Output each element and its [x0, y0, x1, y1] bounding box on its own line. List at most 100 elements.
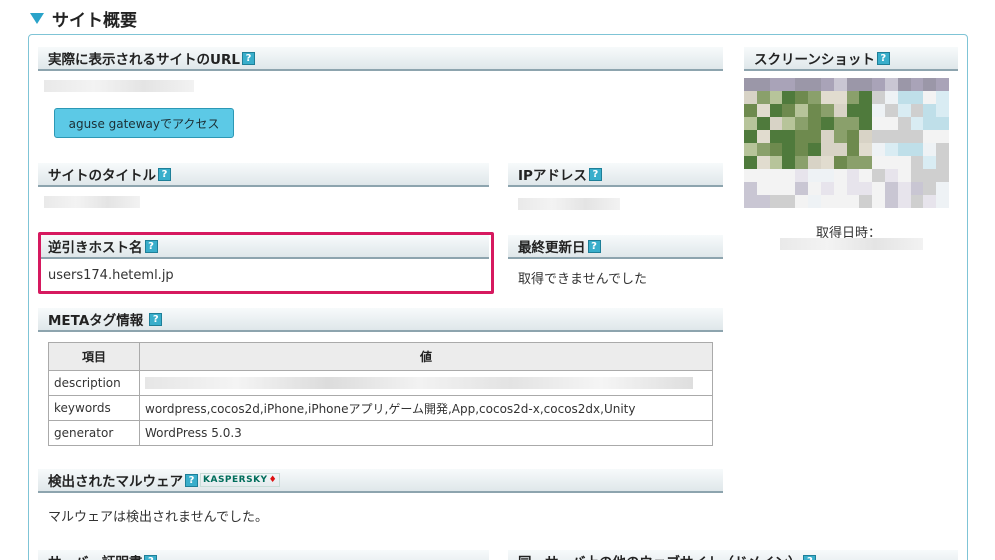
screenshot-pixel [744, 143, 757, 156]
screenshot-pixel [782, 91, 796, 104]
help-icon[interactable]: ? [144, 554, 158, 560]
help-icon[interactable]: ? [876, 51, 890, 65]
screenshot-pixel [769, 195, 783, 208]
screenshot-pixel [782, 156, 796, 169]
screenshot-pixel [795, 117, 809, 130]
screenshot-pixel [872, 78, 885, 91]
section-heading[interactable]: サイト概要 [30, 6, 137, 31]
screenshot-pixel [782, 78, 796, 91]
screenshot-pixel [923, 182, 937, 195]
screenshot-pixel [923, 104, 937, 117]
screenshot-pixel [910, 143, 924, 156]
help-icon[interactable]: ? [588, 167, 602, 181]
screenshot-pixel [756, 78, 770, 91]
screenshot-pixel [769, 130, 783, 143]
screenshot-pixel [846, 104, 860, 117]
screenshot-pixel [897, 169, 911, 182]
screenshot-pixel [910, 117, 924, 130]
malware-value: マルウェアは検出されませんでした。 [48, 510, 268, 525]
gateway-access-button[interactable]: aguse gatewayでアクセス [54, 108, 234, 138]
screenshot-pixel [820, 130, 834, 143]
screenshot-pixel [936, 169, 949, 182]
help-icon[interactable]: ? [149, 312, 163, 326]
url-value-blurred [44, 80, 194, 92]
help-icon[interactable]: ? [803, 554, 817, 560]
help-icon[interactable]: ? [241, 51, 255, 65]
screenshot-pixel [884, 78, 898, 91]
site-title-label: サイトのタイトル [48, 168, 156, 184]
last-updated-value: 取得できませんでした [518, 272, 647, 287]
screenshot-pixel [756, 91, 770, 104]
screenshot-pixel [808, 169, 821, 182]
malware-header: 検出されたマルウェア ? KASPERSKY ♦ [38, 469, 723, 493]
screenshot-pixel [808, 143, 821, 156]
screenshot-pixel [808, 182, 821, 195]
screenshot-pixel [820, 156, 834, 169]
screenshot-pixel [923, 156, 937, 169]
help-icon[interactable]: ? [158, 167, 171, 181]
screenshot-pixel [923, 169, 937, 182]
screenshot-pixel [872, 143, 885, 156]
screenshot-pixel [897, 156, 911, 169]
url-header: 実際に表示されるサイトのURL ? [38, 47, 723, 71]
screenshot-pixel [744, 156, 757, 169]
ip-address-label: IPアドレス [518, 168, 587, 184]
screenshot-pixel [820, 78, 834, 91]
help-icon[interactable]: ? [185, 473, 198, 487]
screenshot-pixel [744, 78, 757, 91]
screenshot-pixel [910, 182, 924, 195]
site-screenshot-thumbnail[interactable] [744, 78, 949, 208]
screenshot-pixel [808, 195, 821, 208]
screenshot-pixel [936, 130, 949, 143]
screenshot-pixel [769, 182, 783, 195]
meta-value-blurred [139, 370, 713, 396]
screenshot-pixel [744, 195, 757, 208]
help-icon[interactable]: ? [587, 239, 601, 253]
screenshot-pixel [936, 195, 949, 208]
screenshot-pixel [897, 117, 911, 130]
screenshot-pixel [769, 143, 783, 156]
screenshot-pixel [820, 182, 834, 195]
captured-at-value-blurred [780, 238, 923, 250]
meta-table: 項目 値 description keywords wordpress,coco… [48, 342, 713, 446]
page-title: サイト概要 [52, 10, 137, 31]
kaspersky-mark-icon: ♦ [268, 475, 278, 485]
screenshot-pixel [936, 143, 949, 156]
kaspersky-logo-icon[interactable]: KASPERSKY ♦ [200, 473, 281, 487]
screenshot-pixel [744, 104, 757, 117]
table-row: keywords wordpress,cocos2d,iPhone,iPhone… [48, 395, 713, 421]
screenshot-pixel [744, 182, 757, 195]
screenshot-pixel [795, 182, 809, 195]
meta-value: wordpress,cocos2d,iPhone,iPhoneアプリ,ゲーム開発… [139, 395, 713, 421]
screenshot-pixel [859, 91, 873, 104]
screenshot-pixel [744, 130, 757, 143]
screenshot-pixel [833, 156, 847, 169]
screenshot-pixel [872, 104, 885, 117]
screenshot-pixel [782, 104, 796, 117]
screenshot-pixel [936, 156, 949, 169]
column-header-item: 項目 [48, 342, 140, 371]
screenshot-pixel [897, 130, 911, 143]
screenshot-pixel [820, 143, 834, 156]
screenshot-pixel [910, 104, 924, 117]
screenshot-pixel [910, 130, 924, 143]
last-updated-header: 最終更新日 ? [508, 235, 723, 259]
site-title-header: サイトのタイトル ? [38, 163, 489, 187]
screenshot-pixel [795, 156, 809, 169]
table-row: description [48, 370, 713, 396]
screenshot-pixel [884, 117, 898, 130]
screenshot-pixel [769, 156, 783, 169]
meta-header: METAタグ情報 ? [38, 308, 723, 332]
screenshot-pixel [884, 169, 898, 182]
screenshot-pixel [833, 117, 847, 130]
screenshot-pixel [833, 91, 847, 104]
screenshot-pixel [782, 169, 796, 182]
malware-label: 検出されたマルウェア [48, 474, 183, 490]
last-updated-label: 最終更新日 [518, 240, 586, 256]
screenshot-pixel [820, 117, 834, 130]
expand-triangle-icon[interactable] [30, 12, 44, 24]
screenshot-pixel [859, 78, 873, 91]
screenshot-pixel [846, 78, 860, 91]
screenshot-pixel [872, 195, 885, 208]
screenshot-pixel [859, 130, 873, 143]
